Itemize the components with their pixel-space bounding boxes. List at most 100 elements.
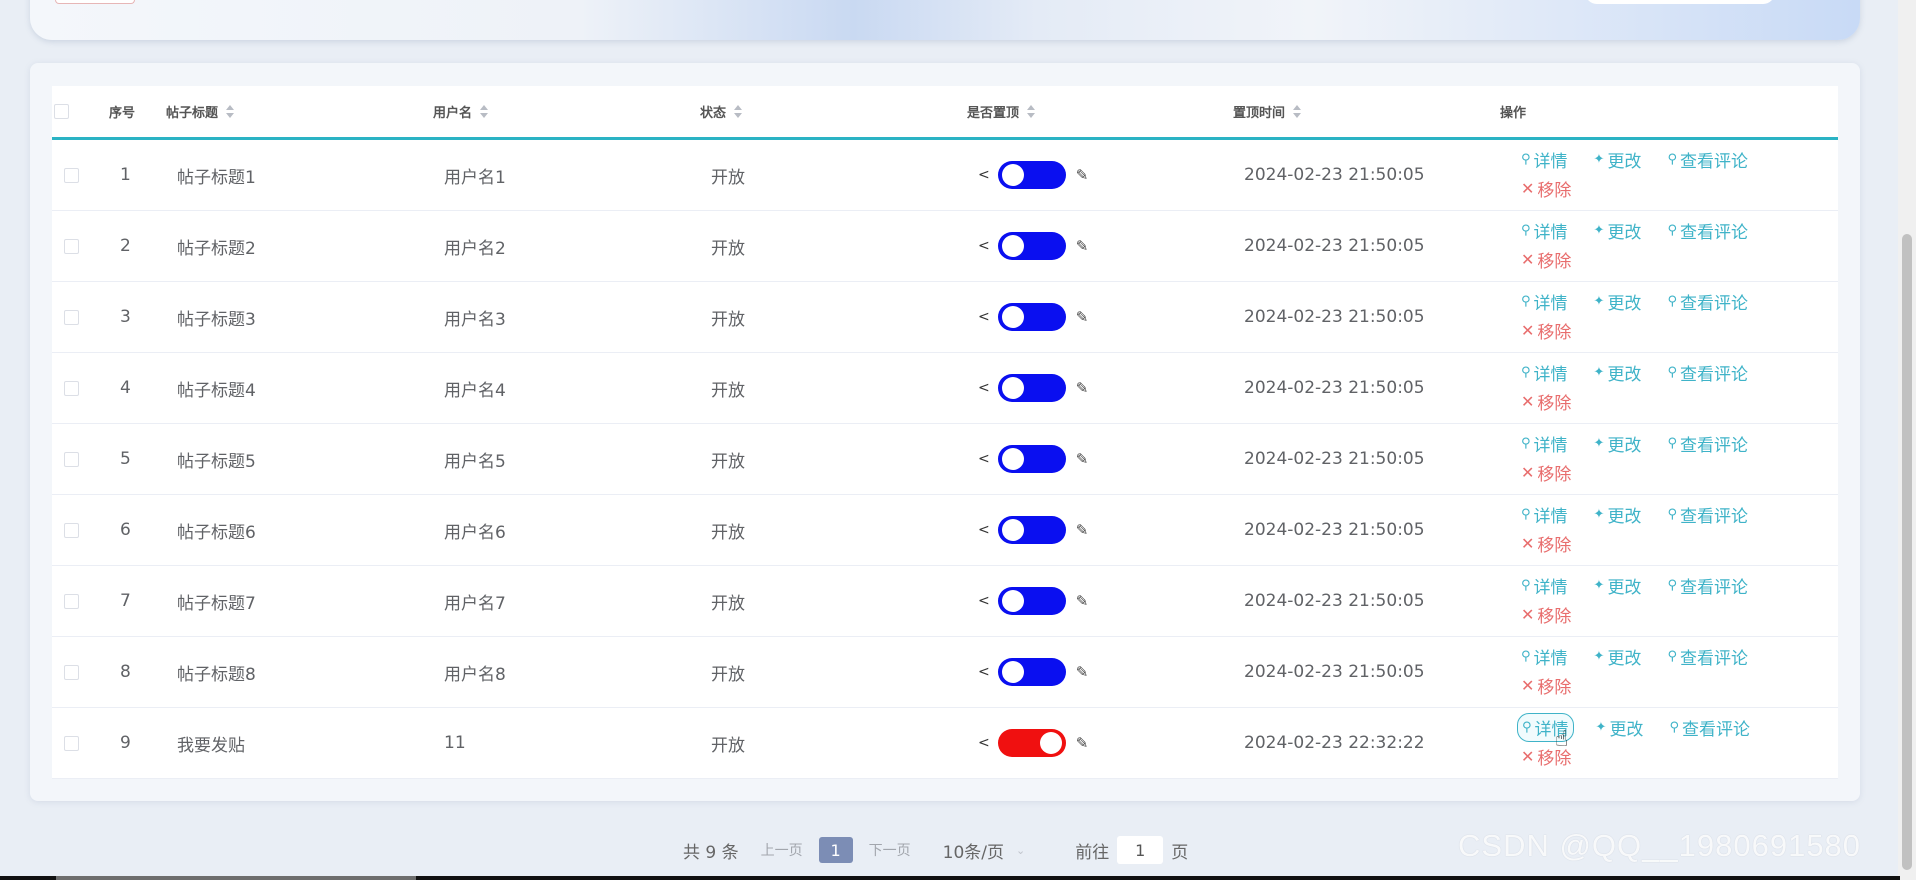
- sort-caret-icon[interactable]: [226, 105, 235, 118]
- edit-button[interactable]: ✦ 更改: [1592, 714, 1648, 741]
- header-status[interactable]: 状态: [700, 86, 743, 137]
- delete-button[interactable]: ✕ 移除: [1517, 459, 1575, 486]
- top-toggle-switch[interactable]: [997, 516, 1066, 544]
- scrollbar[interactable]: [1898, 0, 1916, 880]
- row-select[interactable]: [64, 282, 79, 352]
- next-page-button[interactable]: 下一页: [869, 840, 911, 860]
- goto-page-input[interactable]: 1: [1117, 836, 1164, 864]
- edit-button[interactable]: ✦ 更改: [1590, 430, 1646, 457]
- top-toggle-switch[interactable]: [997, 303, 1066, 331]
- table-row: 7 帖子标题7 用户名7 开放 < ✎ 2024-02-23 21:50:05 ⚲ 详情 ✦ 更改 ⚲…: [52, 566, 1838, 637]
- row-checkbox[interactable]: [64, 735, 79, 751]
- row-select[interactable]: [64, 211, 79, 281]
- view-comments-button[interactable]: ⚲ 查看评论: [1663, 146, 1752, 173]
- row-checkbox[interactable]: [64, 522, 79, 538]
- row-checkbox[interactable]: [64, 664, 79, 680]
- header-select-all[interactable]: [54, 86, 69, 137]
- detail-button[interactable]: ⚲ 详情: [1517, 572, 1572, 599]
- page-size-select[interactable]: 10条/页 ⌄: [943, 838, 1026, 863]
- row-select[interactable]: [64, 708, 79, 778]
- delete-button[interactable]: ✕ 移除: [1517, 388, 1575, 415]
- cell-username: 用户名4: [444, 380, 506, 401]
- detail-button[interactable]: ⚲ 详情: [1517, 146, 1572, 173]
- edit-button[interactable]: ✦ 更改: [1590, 359, 1646, 386]
- edit-button[interactable]: ✦ 更改: [1590, 146, 1646, 173]
- row-select[interactable]: [64, 495, 79, 565]
- edit-button[interactable]: ✦ 更改: [1590, 572, 1646, 599]
- view-comments-button[interactable]: ⚲ 查看评论: [1663, 430, 1752, 457]
- sort-caret-icon[interactable]: [480, 105, 489, 118]
- detail-button[interactable]: ⚲ 详情: [1517, 288, 1572, 315]
- select-all-checkbox[interactable]: [54, 104, 69, 119]
- row-select[interactable]: [64, 140, 79, 210]
- sort-caret-icon[interactable]: [734, 105, 743, 118]
- detail-button[interactable]: ⚲ 详情: [1517, 217, 1572, 244]
- prev-page-button[interactable]: 上一页: [761, 840, 803, 860]
- header-status-label: 状态: [700, 106, 727, 121]
- view-comments-button[interactable]: ⚲ 查看评论: [1663, 359, 1752, 386]
- delete-button[interactable]: ✕ 移除: [1517, 175, 1575, 202]
- header-is-top[interactable]: 是否置顶: [967, 86, 1036, 137]
- top-toggle-switch[interactable]: [997, 161, 1066, 189]
- top-toggle-switch[interactable]: [997, 445, 1066, 473]
- row-select[interactable]: [64, 637, 79, 707]
- view-comments-button[interactable]: ⚲ 查看评论: [1665, 714, 1754, 741]
- view-comments-button[interactable]: ⚲ 查看评论: [1663, 501, 1752, 528]
- row-checkbox[interactable]: [64, 593, 79, 609]
- view-comments-button[interactable]: ⚲ 查看评论: [1663, 217, 1752, 244]
- delete-button[interactable]: ✕ 移除: [1517, 530, 1575, 557]
- tools-icon: ✦: [1593, 507, 1605, 522]
- top-toggle-switch[interactable]: [997, 729, 1066, 757]
- cell-title: 帖子标题7: [177, 593, 256, 614]
- banner-search-box[interactable]: [1585, 0, 1775, 4]
- view-comments-button[interactable]: ⚲ 查看评论: [1663, 288, 1752, 315]
- header-username[interactable]: 用户名: [433, 86, 489, 137]
- sort-caret-icon[interactable]: [1027, 105, 1036, 118]
- table-body: 1 帖子标题1 用户名1 开放 < ✎ 2024-02-23 21:50:05 ⚲ 详情 ✦ 更改 ⚲…: [52, 140, 1838, 779]
- delete-button[interactable]: ✕ 移除: [1517, 246, 1575, 273]
- edit-label: 更改: [1607, 507, 1642, 527]
- view-comments-label: 查看评论: [1681, 720, 1750, 740]
- banner-button-left[interactable]: [55, 0, 135, 4]
- top-toggle-switch[interactable]: [997, 587, 1066, 615]
- table-row: 2 帖子标题2 用户名2 开放 < ✎ 2024-02-23 21:50:05 ⚲ 详情 ✦ 更改 ⚲…: [52, 211, 1838, 282]
- sort-caret-icon[interactable]: [1293, 105, 1302, 118]
- header-title[interactable]: 帖子标题: [166, 86, 235, 137]
- edit-button[interactable]: ✦ 更改: [1590, 501, 1646, 528]
- header-top-time[interactable]: 置顶时间: [1233, 86, 1302, 137]
- top-toggle-switch[interactable]: [997, 232, 1066, 260]
- detail-label: 详情: [1533, 152, 1568, 172]
- scrollbar-thumb[interactable]: [1902, 234, 1912, 870]
- row-checkbox[interactable]: [64, 380, 79, 396]
- row-checkbox[interactable]: [64, 167, 79, 183]
- detail-button[interactable]: ⚲ 详情: [1517, 501, 1572, 528]
- close-icon: ✕: [1521, 533, 1535, 553]
- edit-button[interactable]: ✦ 更改: [1590, 643, 1646, 670]
- comments-icon: ⚲: [1667, 649, 1677, 664]
- delete-button[interactable]: ✕ 移除: [1517, 601, 1575, 628]
- delete-button[interactable]: ✕ 移除: [1517, 672, 1575, 699]
- page-number-current[interactable]: 1: [818, 837, 853, 863]
- cell-is-top: < ✎: [978, 424, 1088, 494]
- view-comments-button[interactable]: ⚲ 查看评论: [1663, 643, 1752, 670]
- cell-is-top: < ✎: [978, 353, 1088, 423]
- tools-icon: ✦: [1595, 720, 1607, 735]
- row-select[interactable]: [64, 566, 79, 636]
- row-checkbox[interactable]: [64, 451, 79, 467]
- cell-title: 帖子标题6: [177, 522, 256, 543]
- view-comments-button[interactable]: ⚲ 查看评论: [1663, 572, 1752, 599]
- edit-button[interactable]: ✦ 更改: [1590, 288, 1646, 315]
- detail-button[interactable]: ⚲ 详情: [1517, 643, 1572, 670]
- row-checkbox[interactable]: [64, 309, 79, 325]
- detail-button[interactable]: ⚲ 详情: [1517, 430, 1572, 457]
- top-toggle-switch[interactable]: [997, 658, 1066, 686]
- top-toggle-switch[interactable]: [997, 374, 1066, 402]
- row-checkbox[interactable]: [64, 238, 79, 254]
- delete-button[interactable]: ✕ 移除: [1517, 317, 1575, 344]
- edit-button[interactable]: ✦ 更改: [1590, 217, 1646, 244]
- detail-button[interactable]: ⚲ 详情: [1517, 359, 1572, 386]
- cell-top-time: 2024-02-23 22:32:22: [1244, 733, 1425, 753]
- row-select[interactable]: [64, 424, 79, 494]
- edit-label: 更改: [1607, 223, 1642, 243]
- row-select[interactable]: [64, 353, 79, 423]
